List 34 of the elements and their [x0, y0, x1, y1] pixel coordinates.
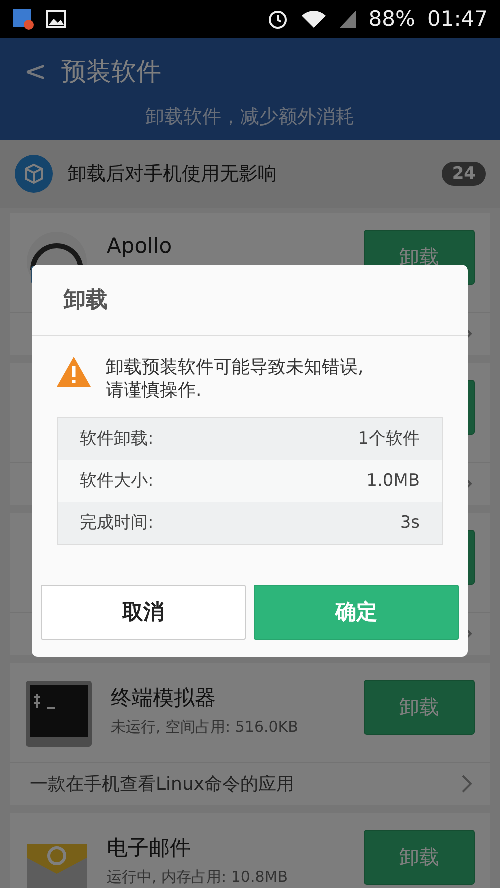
warning-icon: [56, 356, 92, 388]
app-name: Apollo: [107, 234, 174, 258]
row-label: 软件大小:: [80, 470, 154, 492]
signal-icon: [338, 9, 357, 29]
wifi-icon: [300, 9, 327, 29]
app-status: 未运行, 空间占用: 516.0KB: [111, 718, 300, 737]
section-title: 卸载后对手机使用无影响: [68, 162, 278, 187]
app-name: 终端模拟器: [111, 685, 217, 712]
app-notification-icon: [12, 8, 34, 30]
app-description: 一款在手机查看Linux命令的应用: [30, 773, 294, 796]
row-label: 完成时间:: [80, 512, 154, 534]
alarm-icon: [266, 8, 289, 30]
app-name: 电子邮件: [107, 835, 192, 862]
battery-percentage: 88%: [368, 7, 416, 31]
app-count: 24: [442, 162, 486, 186]
row-label: 软件卸载:: [80, 428, 154, 450]
cube-icon: [14, 154, 54, 194]
dialog-title: 卸载: [32, 265, 468, 336]
page-title: 预装软件: [61, 56, 162, 88]
terminal-icon: [25, 680, 93, 748]
app-status: 运行中, 内存占用: 10.8MB: [107, 868, 289, 887]
row-value: 3s: [400, 512, 420, 533]
chevron-icon: [462, 775, 472, 794]
back-button[interactable]: <: [24, 54, 48, 88]
row-value: 1.0MB: [366, 470, 420, 491]
confirm-button[interactable]: 确定: [254, 584, 459, 640]
uninstall-button[interactable]: 卸载: [364, 680, 475, 735]
page-subtitle: 卸载软件，减少额外消耗: [144, 105, 356, 130]
warning-message: 卸载预装软件可能导致未知错误, 请谨慎操作.: [106, 356, 364, 403]
image-icon: [46, 10, 66, 28]
row-value: 1个软件: [358, 428, 420, 450]
uninstall-button[interactable]: 卸载: [364, 830, 475, 885]
clock-time: 01:47: [427, 7, 488, 31]
cancel-button[interactable]: 取消: [41, 584, 246, 640]
